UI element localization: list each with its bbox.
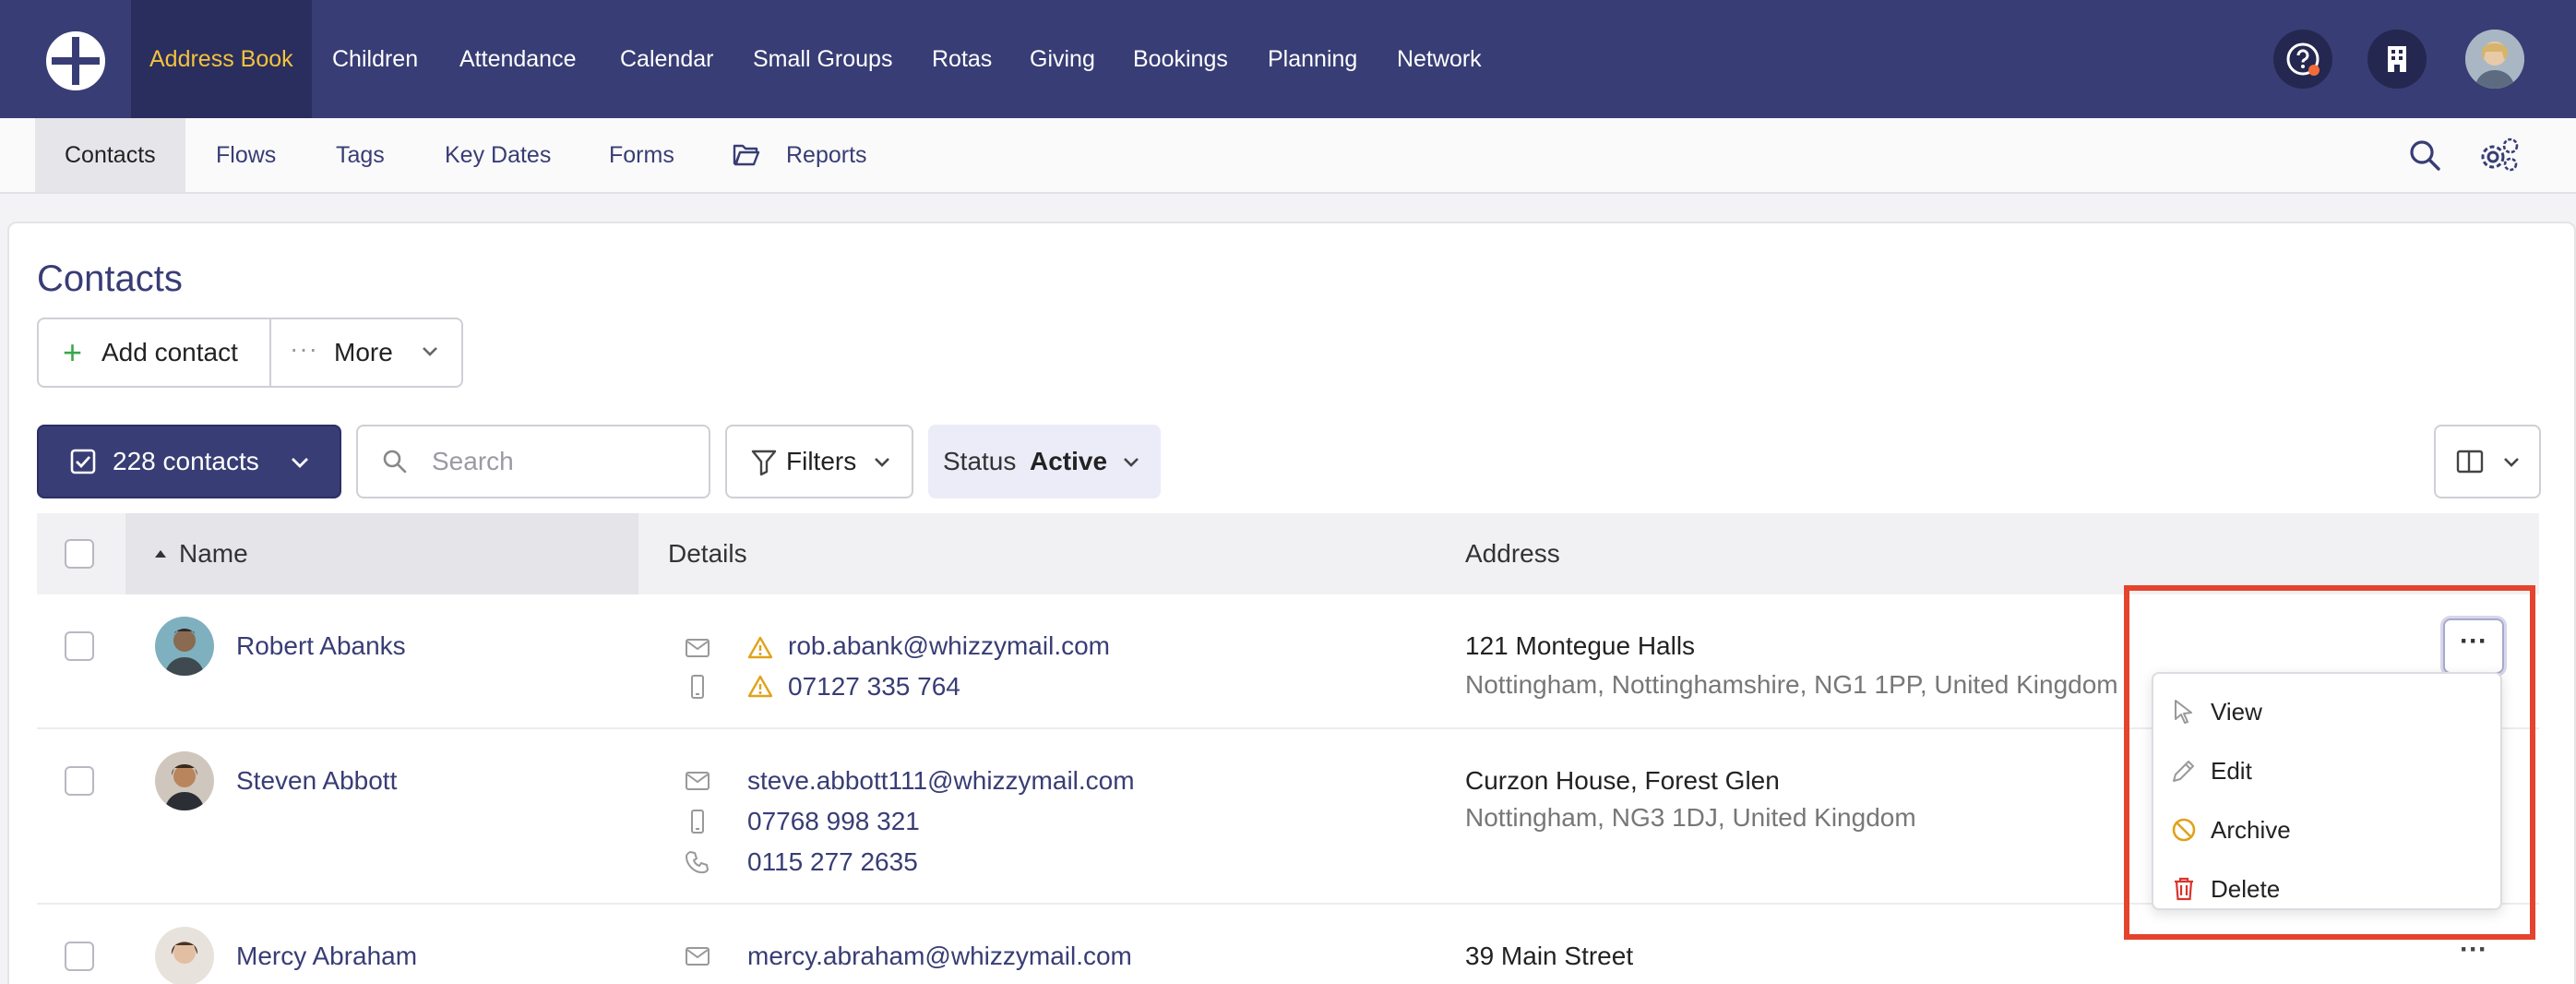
nav-calendar[interactable]: Calendar — [602, 0, 732, 118]
email-icon — [686, 947, 710, 966]
warning-icon — [747, 675, 773, 698]
settings-gears-icon[interactable] — [2478, 137, 2521, 174]
status-value: Active — [1030, 447, 1108, 475]
contact-email-link[interactable]: mercy.abraham@whizzymail.com — [747, 942, 1132, 971]
help-button[interactable] — [2273, 30, 2332, 89]
nav-children[interactable]: Children — [314, 0, 436, 118]
checkbox-checked-icon — [70, 449, 96, 474]
columns-icon — [2456, 450, 2484, 474]
filters-label: Filters — [786, 447, 857, 475]
nav-giving[interactable]: Giving — [1011, 0, 1114, 118]
more-actions-button[interactable]: ··· More — [271, 319, 461, 386]
row-checkbox[interactable] — [65, 631, 94, 661]
row-checkbox[interactable] — [65, 942, 94, 971]
warning-icon — [747, 636, 773, 659]
avatar — [155, 927, 214, 984]
church-logo-icon[interactable] — [46, 31, 105, 90]
tab-tags[interactable]: Tags — [306, 118, 414, 192]
user-avatar[interactable] — [2465, 30, 2524, 89]
contact-mobile-link[interactable]: 07127 335 764 — [788, 672, 960, 702]
chevron-down-icon — [2504, 458, 2519, 467]
add-contact-button[interactable]: + Add contact — [39, 319, 269, 386]
search-icon[interactable] — [2406, 137, 2443, 174]
search-field[interactable] — [356, 425, 710, 498]
contact-name-link[interactable]: Robert Abanks — [236, 631, 406, 661]
search-input[interactable] — [432, 443, 699, 480]
contact-email-link[interactable]: rob.abank@whizzymail.com — [788, 631, 1110, 661]
contact-name-link[interactable]: Mercy Abraham — [236, 942, 417, 971]
status-label: Status — [943, 447, 1017, 475]
avatar — [155, 751, 214, 810]
address-line-2: Nottingham, NG3 1DJ, United Kingdom — [1465, 803, 1916, 832]
address-line-2: Nottingham, Nottinghamshire, NG1 1PP, Un… — [1465, 670, 2118, 699]
contact-email-link[interactable]: steve.abbott111@whizzymail.com — [747, 766, 1135, 796]
column-layout-button[interactable] — [2434, 425, 2541, 498]
filter-funnel-icon — [751, 450, 777, 476]
search-icon — [383, 450, 407, 474]
nav-rotas[interactable]: Rotas — [913, 0, 1010, 118]
organisation-button[interactable] — [2367, 30, 2427, 89]
highlight-annotation — [2124, 585, 2535, 940]
tab-contacts[interactable]: Contacts — [35, 118, 185, 192]
tab-key-dates[interactable]: Key Dates — [415, 118, 580, 192]
email-icon — [686, 639, 710, 657]
nav-bookings[interactable]: Bookings — [1115, 0, 1246, 118]
help-icon — [2286, 42, 2320, 76]
tab-reports[interactable]: Reports — [786, 118, 897, 192]
tab-forms[interactable]: Forms — [579, 118, 704, 192]
phone-icon — [686, 851, 709, 874]
nav-small-groups[interactable]: Small Groups — [734, 0, 911, 118]
add-contact-label: Add contact — [101, 338, 238, 366]
email-icon — [686, 772, 710, 790]
select-all-checkbox[interactable] — [65, 539, 94, 569]
nav-planning[interactable]: Planning — [1249, 0, 1376, 118]
chevron-down-icon — [423, 347, 437, 356]
sub-navigation-bar: Contacts Flows Tags Key Dates Forms Repo… — [0, 118, 2576, 194]
column-header-name[interactable]: Name — [179, 513, 248, 594]
mobile-phone-icon — [691, 675, 704, 699]
chevron-down-icon — [1124, 458, 1139, 467]
row-checkbox[interactable] — [65, 766, 94, 796]
more-label: More — [334, 338, 393, 366]
nav-network[interactable]: Network — [1378, 0, 1500, 118]
page-title: Contacts — [37, 258, 183, 299]
contact-phone-link[interactable]: 0115 277 2635 — [747, 847, 918, 877]
building-icon — [2388, 46, 2406, 72]
mobile-phone-icon — [691, 810, 704, 834]
avatar — [155, 617, 214, 676]
chevron-down-icon — [875, 458, 889, 467]
column-header-address: Address — [1465, 539, 1560, 568]
select-contacts-dropdown[interactable]: 228 contacts — [37, 425, 341, 498]
tab-flows[interactable]: Flows — [186, 118, 305, 192]
folder-open-icon — [733, 144, 760, 166]
column-header-details: Details — [668, 539, 747, 568]
nav-address-book[interactable]: Address Book — [131, 0, 312, 118]
row-actions-button[interactable]: ··· — [2447, 934, 2502, 973]
contact-mobile-link[interactable]: 07768 998 321 — [747, 807, 920, 836]
nav-attendance[interactable]: Attendance — [441, 0, 595, 118]
status-filter-chip[interactable]: Status Active — [928, 425, 1161, 498]
contacts-count-label: 228 contacts — [113, 447, 259, 475]
plus-icon: + — [63, 333, 83, 371]
filters-button[interactable]: Filters — [725, 425, 913, 498]
address-line-1: 121 Montegue Halls — [1465, 631, 1696, 660]
sort-ascending-icon — [155, 550, 166, 558]
contact-name-link[interactable]: Steven Abbott — [236, 766, 397, 796]
address-line-1: 39 Main Street — [1465, 942, 1634, 970]
top-navigation-bar: Address Book Children Attendance Calenda… — [0, 0, 2576, 118]
contact-actions-group: + Add contact ··· More — [37, 318, 463, 388]
chevron-down-icon — [292, 458, 308, 468]
address-line-1: Curzon House, Forest Glen — [1465, 766, 1780, 795]
ellipsis-icon: ··· — [290, 334, 318, 363]
